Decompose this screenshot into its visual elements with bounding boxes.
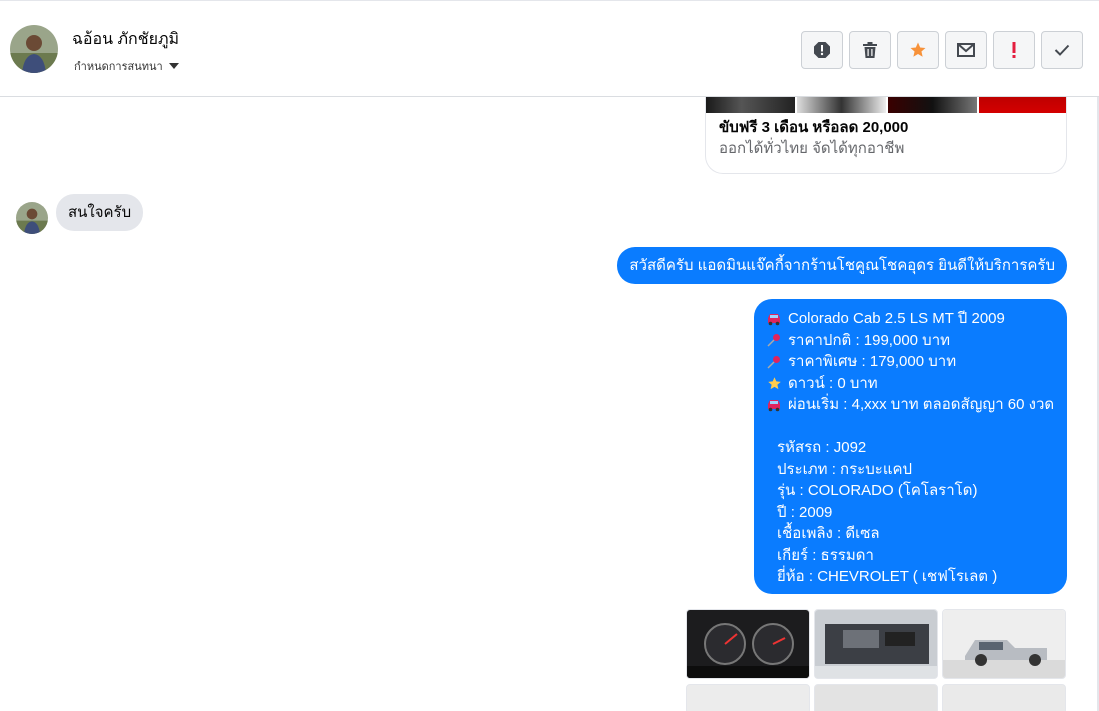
- photo-thumbnail-exterior[interactable]: [942, 609, 1066, 679]
- conversation-schedule-dropdown[interactable]: กำหนดการสนทนา: [74, 57, 179, 75]
- spec-line: รุ่น : COLORADO (โคโลราโด): [777, 482, 978, 499]
- photo-thumbnail[interactable]: [814, 684, 938, 711]
- detail-text: ดาวน์ : 0 บาท: [788, 374, 878, 392]
- contact-name: ฉอ้อน ภักชัยภูมิ: [72, 31, 180, 48]
- outgoing-greeting-message: สวัสดีครับ แอดมินแจ๊คกี้จากร้านโชคูณโชคอ…: [617, 247, 1067, 284]
- star-button[interactable]: [897, 31, 939, 69]
- check-icon: [1054, 44, 1070, 56]
- mark-unread-button[interactable]: [945, 31, 987, 69]
- header-actions: [801, 31, 1083, 69]
- incoming-message: สนใจครับ: [56, 194, 144, 231]
- outgoing-car-details-message: Colorado Cab 2.5 LS MT ปี 2009 ราคาปกติ …: [754, 299, 1067, 594]
- delete-button[interactable]: [849, 31, 891, 69]
- detail-line: ผ่อนเริ่ม : 4,xxx บาท ตลอดสัญญา 60 งวด: [766, 394, 1055, 416]
- photo-thumbnail-dashboard[interactable]: [686, 609, 810, 679]
- ad-image-strip: [706, 97, 1066, 113]
- trash-icon: [863, 42, 877, 58]
- caret-down-icon: [168, 63, 179, 69]
- photo-thumbnail[interactable]: [686, 684, 810, 711]
- spec-line: เชื้อเพลิง : ดีเซล: [777, 525, 880, 542]
- spec-line: รหัสรถ : J092: [777, 439, 867, 456]
- message-thread[interactable]: ขับฟรี 3 เดือน หรือลด 20,000 ออกได้ทั่วไ…: [0, 97, 1099, 711]
- photo-thumbnail-engine[interactable]: [814, 609, 938, 679]
- schedule-label: กำหนดการสนทนา: [74, 61, 163, 73]
- star-icon: [910, 42, 926, 57]
- detail-line: Colorado Cab 2.5 LS MT ปี 2009: [766, 308, 1055, 330]
- alert-circle-icon: [814, 42, 830, 58]
- photo-attachments: [686, 609, 1066, 711]
- mark-done-button[interactable]: [1041, 31, 1083, 69]
- exclamation-icon: [1012, 42, 1016, 58]
- car-icon: [766, 311, 782, 327]
- pushpin-icon: [766, 354, 782, 370]
- report-spam-button[interactable]: [801, 31, 843, 69]
- detail-line: ราคาปกติ : 199,000 บาท: [766, 330, 1055, 352]
- spec-line: ปี : 2009: [777, 503, 833, 521]
- detail-line: ราคาพิเศษ : 179,000 บาท: [766, 351, 1055, 373]
- pushpin-icon: [766, 332, 782, 348]
- envelope-icon: [957, 43, 975, 57]
- detail-text: ราคาปกติ : 199,000 บาท: [788, 331, 951, 349]
- spec-line: เกียร์ : ธรรมดา: [777, 546, 874, 564]
- star-icon: [766, 375, 782, 391]
- detail-text: Colorado Cab 2.5 LS MT ปี 2009: [788, 310, 1005, 327]
- spec-line: ยี่ห้อ : CHEVROLET ( เชฟโรเลต ): [777, 568, 998, 585]
- detail-line: ดาวน์ : 0 บาท: [766, 373, 1055, 395]
- car-icon: [766, 397, 782, 413]
- sender-avatar: [16, 202, 48, 234]
- flag-important-button[interactable]: [993, 31, 1035, 69]
- detail-text: ราคาพิเศษ : 179,000 บาท: [788, 353, 957, 370]
- conversation-header: ฉอ้อน ภักชัยภูมิ กำหนดการสนทนา: [0, 0, 1099, 97]
- spec-line: ประเภท : กระบะแคป: [777, 460, 913, 478]
- ad-description: ออกได้ทั่วไทย จัดได้ทุกอาชีพ: [719, 140, 905, 157]
- detail-text: ผ่อนเริ่ม : 4,xxx บาท ตลอดสัญญา 60 งวด: [788, 396, 1055, 413]
- contact-avatar[interactable]: [10, 25, 58, 73]
- photo-thumbnail[interactable]: [942, 684, 1066, 711]
- ad-preview-card[interactable]: ขับฟรี 3 เดือน หรือลด 20,000 ออกได้ทั่วไ…: [705, 97, 1067, 174]
